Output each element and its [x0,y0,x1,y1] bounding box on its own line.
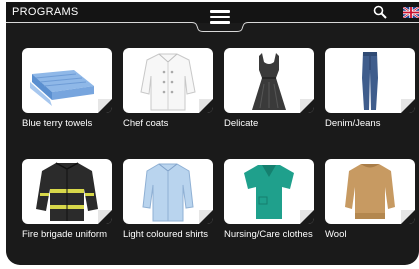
program-card-fire-brigade-uniform[interactable]: Fire brigade uniform [22,159,112,241]
program-card-chef-coats[interactable]: Chef coats [123,48,213,130]
page-title: PROGRAMS [12,6,79,18]
program-label: Delicate [224,118,259,129]
menu-button[interactable] [184,2,256,32]
program-tile[interactable] [123,159,213,224]
program-label: Wool [325,229,347,240]
program-label: Nursing/Care clothes [224,229,313,240]
uk-flag-icon[interactable] [403,7,419,18]
hamburger-menu-icon [210,10,230,24]
program-label: Light coloured shirts [123,229,209,240]
program-label: Blue terry towels [22,118,93,129]
program-label: Denim/Jeans [325,118,381,129]
program-card-wool[interactable]: Wool [325,159,415,241]
program-tile[interactable] [325,48,415,113]
header-divider-right [254,22,419,23]
search-icon[interactable] [373,5,387,19]
program-card-light-coloured-shirts[interactable]: Light coloured shirts [123,159,213,241]
program-tile[interactable] [123,48,213,113]
program-tile[interactable] [22,48,112,113]
programs-screen: PROGRAMS Blue terry towels Chef coats De… [6,2,419,265]
program-card-nursing-care-clothes[interactable]: Nursing/Care clothes [224,159,314,241]
top-bar: PROGRAMS [6,2,419,32]
program-tile[interactable] [22,159,112,224]
program-tile[interactable] [224,48,314,113]
program-card-denim-jeans[interactable]: Denim/Jeans [325,48,415,130]
program-card-blue-terry-towels[interactable]: Blue terry towels [22,48,112,130]
program-tile[interactable] [325,159,415,224]
program-label: Fire brigade uniform [22,229,108,240]
program-card-delicate[interactable]: Delicate [224,48,314,130]
header-divider-left [6,22,186,23]
program-label: Chef coats [123,118,169,129]
program-tile[interactable] [224,159,314,224]
